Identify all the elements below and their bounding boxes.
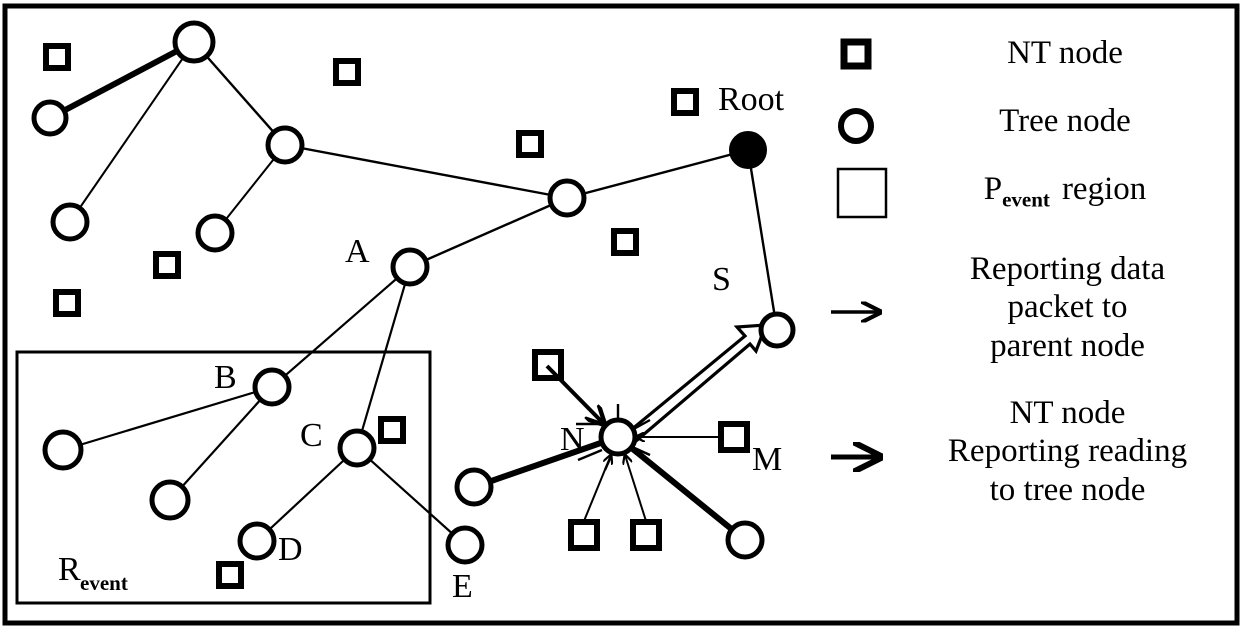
nt-node-square-icon (43, 43, 71, 71)
legend-p-event-sub: event (1002, 187, 1050, 212)
legend-item-label-tree-node: Tree node (999, 103, 1131, 139)
legend-p-event-tail: region (1061, 171, 1147, 207)
nt-node-square-icon (153, 251, 181, 279)
edge-t6-root (566, 148, 749, 200)
tree-node-circle-icon-e (445, 525, 485, 565)
root-node-filled-circle-icon (729, 131, 767, 169)
nt-node-square-icon (568, 519, 600, 551)
edge-t6-a (409, 196, 568, 269)
node-n-label: N (560, 421, 585, 458)
edge-b-t7 (62, 385, 273, 452)
tree-node-circle-icon (172, 20, 216, 64)
network-diagram-figure: Root A B C D E N M S R event NT node Tre… (0, 0, 1242, 629)
tree-node-circle-icon-n (598, 417, 638, 457)
edge-root-s (746, 149, 779, 331)
tree-node-circle-icon (149, 479, 191, 521)
legend-item-label-nt-node: NT node (1007, 35, 1123, 71)
tree-node-circle-icon-s (758, 311, 796, 349)
nt-node-square-icon (630, 519, 662, 551)
node-m-label: M (752, 441, 782, 478)
legend-arrow-line-2: packet to (1007, 289, 1128, 326)
legend-p-event-main: P (983, 171, 1003, 207)
node-s-label: S (712, 261, 731, 298)
tree-node-circle-icon (195, 213, 235, 253)
edge-c-d (256, 447, 358, 542)
edge-c-e (356, 447, 466, 546)
nt-node-square-icon (216, 561, 244, 589)
tree-node-circle-icon (454, 467, 494, 507)
legend-nt-node-square-icon (840, 38, 872, 70)
tree-node-circle-icon (725, 520, 765, 560)
legend-arrow-text-reading: NT node Reporting reading to tree node (895, 394, 1240, 509)
legend-arrow-text-data-packet: Reporting data packet to parent node (895, 250, 1240, 365)
tree-node-circle-icon (547, 178, 587, 218)
legend-tree-node-circle-icon (838, 108, 874, 144)
edge-t9-n (473, 434, 619, 490)
legend-arrow2-line-2: Reporting reading (947, 433, 1188, 470)
r-event-label-sub: event (80, 571, 128, 595)
legend-arrow-line-1: Reporting data (969, 251, 1166, 287)
node-a-label: A (345, 233, 370, 270)
tree-node-circle-icon (42, 429, 84, 471)
nt-node-square-icon (53, 289, 81, 317)
nt-node-square-icon (333, 58, 361, 86)
tree-node-circle-icon-a (390, 247, 430, 287)
edge-a-b (271, 266, 411, 388)
tree-node-circle-icon-c (337, 428, 377, 468)
nt-node-square-icon (516, 130, 544, 158)
nt-node-square-icon (671, 88, 699, 116)
edge-t1-t2 (48, 39, 196, 121)
nt-node-square-icon-m (718, 421, 750, 453)
nt-node-square-icon (611, 228, 639, 256)
tree-node-circle-icon-d (237, 521, 277, 561)
node-b-label: B (214, 359, 237, 396)
r-event-label-main: R (58, 551, 81, 588)
reading-arrow-nt-bottomright (625, 455, 647, 522)
nt-node-square-icon (378, 416, 406, 444)
node-c-label: C (300, 417, 323, 454)
tree-edges (48, 39, 779, 546)
tree-node-circle-icon-b (252, 367, 292, 407)
tree-nodes (31, 20, 796, 565)
legend-p-event-region-square-icon (836, 167, 888, 219)
legend-item-label-p-event-region: Pevent region (900, 171, 1230, 212)
legend-arrow-line-3: parent node (990, 327, 1145, 364)
node-d-label: D (278, 531, 303, 568)
legend-arrow2-line-3: to tree node (989, 471, 1146, 508)
node-e-label: E (452, 568, 473, 605)
tree-node-circle-icon (50, 202, 90, 242)
legend-arrow2-line-1: NT node (1009, 395, 1126, 431)
edge-b-t8 (169, 386, 273, 501)
reading-arrow-nt-upperleft (545, 364, 604, 424)
tree-node-circle-icon (265, 125, 305, 165)
edge-t1-t4 (69, 41, 195, 223)
tree-node-circle-icon (31, 99, 69, 137)
root-label: Root (718, 81, 785, 118)
